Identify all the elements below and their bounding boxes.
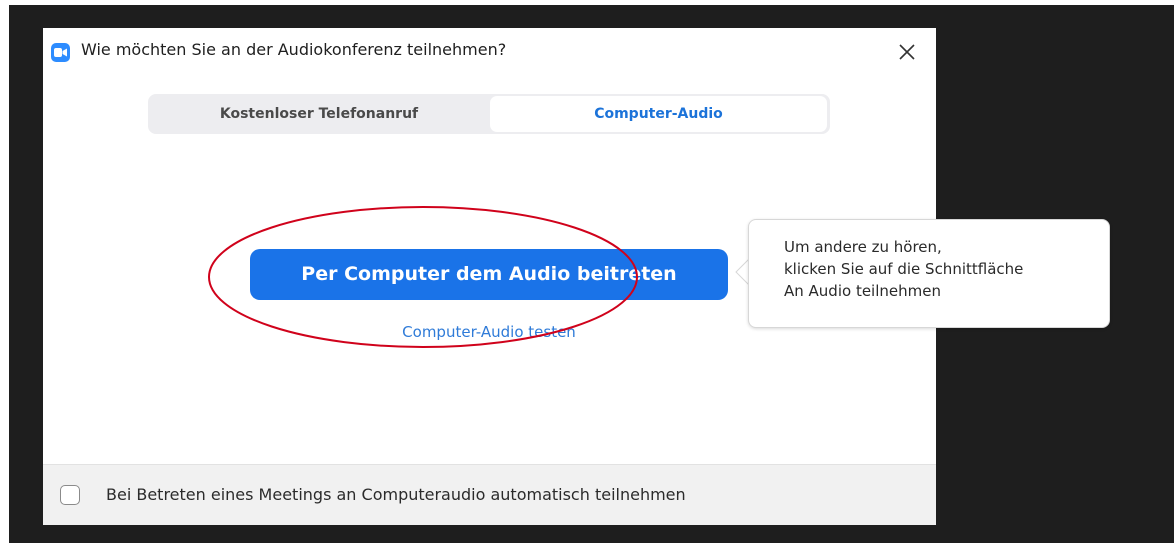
tooltip-line: An Audio teilnehmen [784, 282, 941, 300]
screen: Wie möchten Sie an der Audiokonferenz te… [0, 0, 1174, 543]
test-computer-audio-link[interactable]: Computer-Audio testen [343, 323, 635, 341]
dialog-title: Wie möchten Sie an der Audiokonferenz te… [81, 40, 507, 59]
join-computer-audio-button[interactable]: Per Computer dem Audio beitreten [250, 249, 728, 300]
tooltip-line: klicken Sie auf die Schnittfläche [784, 260, 1024, 278]
audio-mode-tabs: Kostenloser Telefonanruf Computer-Audio [148, 94, 830, 134]
tab-computer-audio[interactable]: Computer-Audio [490, 96, 827, 132]
tab-phone-call[interactable]: Kostenloser Telefonanruf [150, 96, 488, 132]
tooltip-line: Um andere zu hören, [784, 238, 942, 256]
dialog-footer: Bei Betreten eines Meetings an Computera… [43, 464, 936, 525]
close-button[interactable] [893, 38, 921, 66]
hint-tooltip: Um andere zu hören, klicken Sie auf die … [748, 219, 1110, 328]
close-icon [899, 44, 915, 60]
auto-join-label: Bei Betreten eines Meetings an Computera… [106, 485, 686, 504]
dialog-titlebar: Wie möchten Sie an der Audiokonferenz te… [43, 28, 936, 76]
auto-join-checkbox[interactable] [60, 485, 80, 505]
tooltip-text: Um andere zu hören, klicken Sie auf die … [784, 236, 1023, 302]
zoom-video-icon [51, 43, 70, 62]
